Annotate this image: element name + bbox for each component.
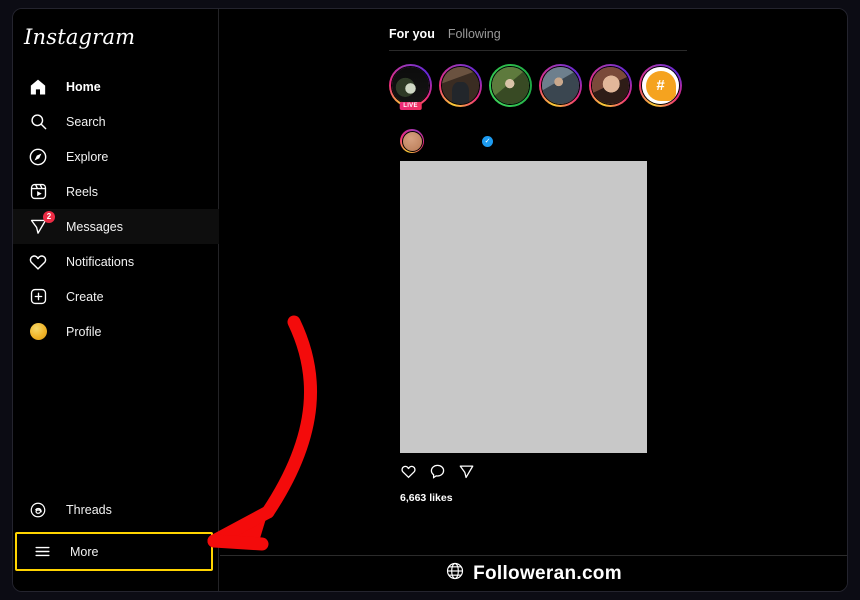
sidebar-item-label: Notifications bbox=[66, 254, 135, 269]
hamburger-icon bbox=[31, 541, 53, 563]
story-ring bbox=[539, 64, 582, 107]
tab-following[interactable]: Following bbox=[448, 27, 501, 41]
likes-count: 6,663 likes bbox=[400, 492, 453, 504]
story-item[interactable] bbox=[439, 64, 482, 107]
sidebar-item-reels[interactable]: Reels bbox=[13, 174, 219, 209]
sidebar-bottom-nav: Threads More bbox=[13, 492, 219, 571]
instagram-window: Instagram Home Search Explore Reels 2 Me… bbox=[12, 8, 848, 592]
feed-post: ✓ 6,663 likes bbox=[389, 128, 689, 504]
sidebar: Instagram Home Search Explore Reels 2 Me… bbox=[13, 9, 219, 591]
reels-icon bbox=[27, 181, 49, 203]
sidebar-item-home[interactable]: Home bbox=[13, 69, 219, 104]
story-item-hashtag[interactable]: # bbox=[639, 64, 682, 107]
comment-button[interactable] bbox=[429, 463, 446, 485]
share-button[interactable] bbox=[458, 463, 475, 485]
feed-tabs: For you Following bbox=[389, 27, 689, 50]
story-ring bbox=[389, 64, 432, 107]
story-item[interactable] bbox=[589, 64, 632, 107]
story-ring bbox=[439, 64, 482, 107]
sidebar-item-search[interactable]: Search bbox=[13, 104, 219, 139]
search-icon bbox=[27, 111, 49, 133]
story-item[interactable] bbox=[539, 64, 582, 107]
post-avatar-ring[interactable] bbox=[400, 129, 424, 153]
live-badge: LIVE bbox=[399, 102, 422, 110]
globe-icon bbox=[445, 561, 465, 586]
sidebar-item-label: Profile bbox=[66, 324, 102, 339]
sidebar-item-label: Messages bbox=[66, 219, 123, 234]
tab-for-you[interactable]: For you bbox=[389, 27, 435, 41]
sidebar-nav: Home Search Explore Reels 2 Messages Not… bbox=[13, 69, 219, 349]
sidebar-item-threads[interactable]: Threads bbox=[13, 492, 219, 527]
story-ring: # bbox=[639, 64, 682, 107]
sidebar-item-label: Explore bbox=[66, 149, 109, 164]
sidebar-item-messages[interactable]: 2 Messages bbox=[13, 209, 219, 244]
post-actions bbox=[400, 463, 689, 485]
post-image[interactable] bbox=[400, 161, 647, 453]
screenshot-root: Instagram Home Search Explore Reels 2 Me… bbox=[0, 0, 860, 600]
home-icon bbox=[27, 76, 49, 98]
sidebar-item-label: Reels bbox=[66, 184, 98, 199]
threads-icon bbox=[27, 499, 49, 521]
compass-icon bbox=[27, 146, 49, 168]
sidebar-item-label: Create bbox=[66, 289, 104, 304]
avatar bbox=[401, 130, 423, 152]
post-user[interactable]: ✓ bbox=[478, 135, 493, 147]
messages-badge: 2 bbox=[43, 210, 55, 223]
sidebar-item-create[interactable]: Create bbox=[13, 279, 219, 314]
tabs-divider bbox=[389, 50, 687, 51]
avatar-icon bbox=[27, 321, 49, 343]
sidebar-item-profile[interactable]: Profile bbox=[13, 314, 219, 349]
hashtag-icon: # bbox=[642, 67, 679, 104]
site-name: Followeran.com bbox=[473, 562, 622, 584]
sidebar-item-label: More bbox=[70, 544, 99, 559]
sidebar-item-label: Threads bbox=[66, 502, 112, 517]
sidebar-item-label: Home bbox=[66, 79, 101, 94]
sidebar-item-notifications[interactable]: Notifications bbox=[13, 244, 219, 279]
post-header: ✓ bbox=[389, 128, 689, 154]
footer-watermark: Followeran.com bbox=[220, 555, 847, 591]
sidebar-item-label: Search bbox=[66, 114, 106, 129]
like-button[interactable] bbox=[400, 463, 417, 485]
plus-square-icon bbox=[27, 286, 49, 308]
more-highlight-box: More bbox=[15, 532, 213, 571]
sidebar-item-explore[interactable]: Explore bbox=[13, 139, 219, 174]
main-content: For you Following LIVE # ✓ 6,663 likes F… bbox=[220, 9, 847, 591]
feed-column: For you Following LIVE # ✓ 6,663 likes bbox=[389, 27, 689, 504]
story-item[interactable] bbox=[489, 64, 532, 107]
verified-badge-icon: ✓ bbox=[482, 135, 493, 147]
paper-plane-icon: 2 bbox=[27, 210, 55, 238]
story-ring bbox=[589, 64, 632, 107]
heart-icon bbox=[27, 251, 49, 273]
story-item[interactable]: LIVE bbox=[389, 64, 432, 110]
sidebar-item-more[interactable]: More bbox=[17, 534, 211, 569]
instagram-logo[interactable]: Instagram bbox=[24, 25, 135, 49]
story-ring bbox=[489, 64, 532, 107]
stories-tray: LIVE # bbox=[389, 64, 689, 110]
